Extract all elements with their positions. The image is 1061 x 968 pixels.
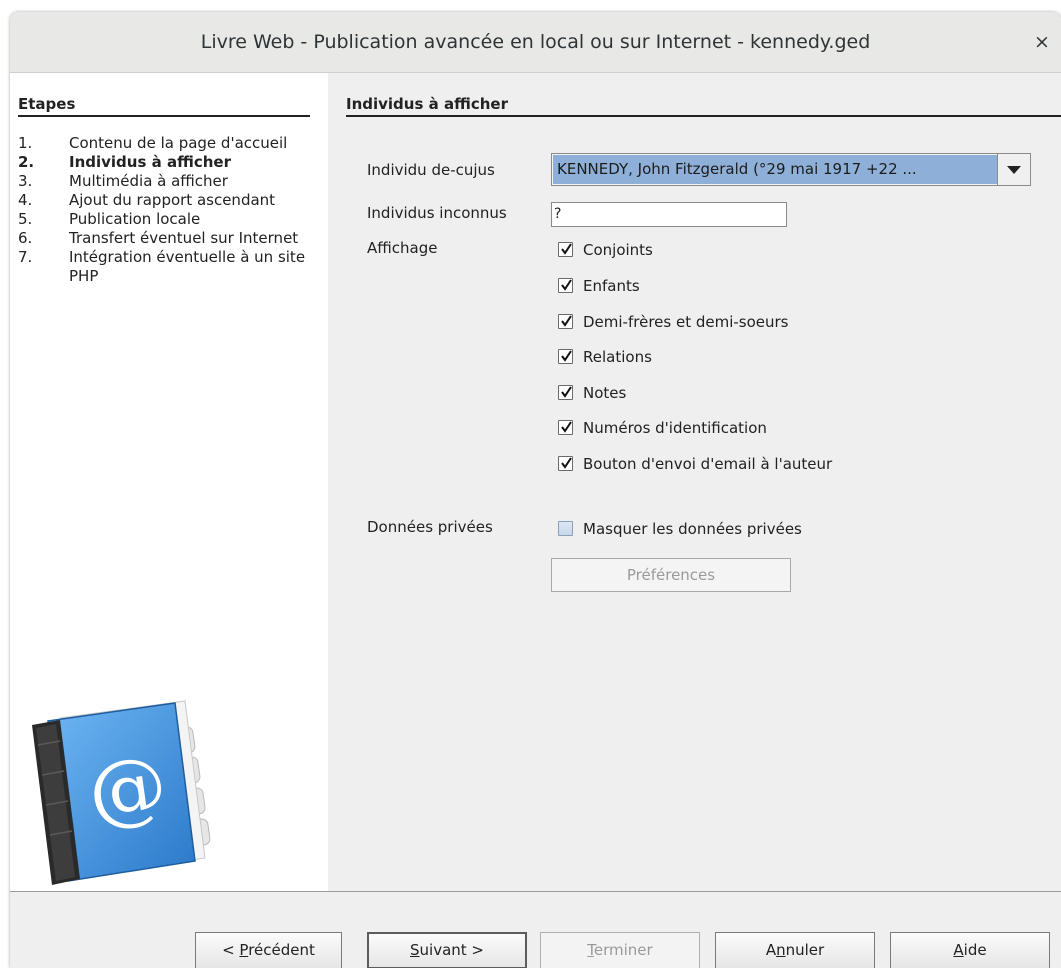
decujus-value: KENNEDY, John Fitzgerald (°29 mai 1917 +… [553,155,999,184]
section-title: Individus à afficher [346,95,1061,117]
checkbox-checked-icon[interactable] [558,349,573,364]
step-item-5: 5. Publication locale [18,210,201,228]
step-label: Publication locale [69,210,201,228]
decujus-combobox[interactable]: KENNEDY, John Fitzgerald (°29 mai 1917 +… [551,153,1031,186]
checkbox-checked-icon[interactable] [558,278,573,293]
step-item-3: 3. Multimédia à afficher [18,172,228,190]
step-item-7: 7. Intégration éventuelle à un site PHP [18,248,306,285]
steps-panel: Etapes 1. Contenu de la page d'accueil 2.… [10,73,328,891]
step-item-6: 6. Transfert éventuel sur Internet [18,229,299,247]
suivant-button[interactable]: Suivant > [367,932,527,968]
dialog-window: Livre Web - Publication avancée en local… [10,12,1061,968]
inconnus-field[interactable]: ? [551,202,787,227]
inconnus-label: Individus inconnus [367,204,507,222]
precedent-button[interactable]: < Précédent [195,932,342,968]
address-book-icon: @ [32,700,211,885]
close-icon[interactable]: × [1029,12,1055,72]
privees-label: Données privées [367,518,493,536]
checkbox-checked-icon[interactable] [558,456,573,471]
checkbox-checked-icon[interactable] [558,314,573,329]
steps-list: 1. Contenu de la page d'accueil 2. Individ… [18,134,308,286]
content-panel: Individus à afficher Individu de-cujus K… [328,73,1061,891]
step-item-1: 1. Contenu de la page d'accueil [18,134,288,152]
aide-button[interactable]: Aide [890,932,1050,968]
terminer-button[interactable]: Terminer [540,932,700,968]
window-title: Livre Web - Publication avancée en local… [200,31,871,53]
preferences-button[interactable]: Préférences [551,558,791,592]
button-bar: < Précédent Suivant > Terminer Annuler A… [10,891,1061,968]
affichage-label: Affichage [367,239,438,257]
checkbox-checked-icon[interactable] [558,385,573,400]
checkbox-checked-icon[interactable] [558,242,573,257]
step-label: Contenu de la page d'accueil [69,134,288,152]
chevron-down-icon[interactable] [997,154,1030,185]
checkbox-checked-icon[interactable] [558,420,573,435]
step-label: Individus à afficher [69,153,231,171]
title-bar: Livre Web - Publication avancée en local… [10,12,1061,73]
step-label: Intégration éventuelle à un site PHP [69,248,306,285]
step-item-4: 4. Ajout du rapport ascendant [18,191,276,209]
step-label: Ajout du rapport ascendant [69,191,276,209]
step-label: Transfert éventuel sur Internet [69,229,299,247]
annuler-button[interactable]: Annuler [715,932,875,968]
steps-title: Etapes [18,95,310,117]
decujus-label: Individu de-cujus [367,161,495,179]
at-symbol: @ [83,739,173,839]
step-label: Multimédia à afficher [69,172,228,190]
step-item-2: 2. Individus à afficher [18,153,231,171]
checkbox-unchecked-icon[interactable] [558,521,573,536]
